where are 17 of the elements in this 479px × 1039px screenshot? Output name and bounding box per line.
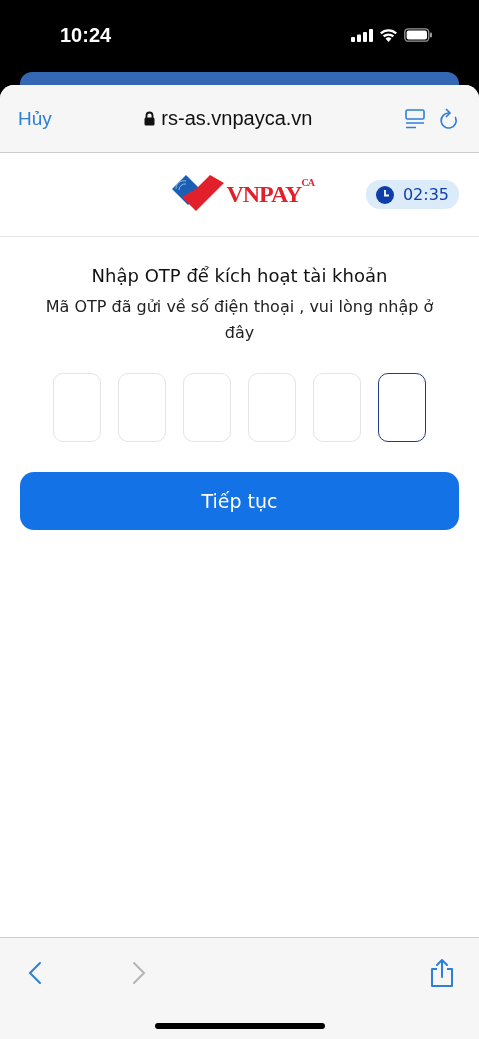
reload-icon[interactable] [439, 107, 459, 130]
otp-digit-field[interactable] [378, 373, 426, 442]
clock-icon [375, 185, 394, 204]
form-title: Nhập OTP để kích hoạt tài khoản [91, 265, 388, 286]
vnpay-logo: VNPAY$^{CA}$ [172, 174, 314, 215]
reader-icon[interactable] [405, 108, 425, 129]
signal-icon [351, 28, 373, 42]
continue-button[interactable]: Tiếp tục [20, 472, 459, 530]
battery-icon [404, 28, 433, 42]
form-subtitle: Mã OTP đã gửi về số điện thoại , vui lòng nhập ở đây [44, 296, 435, 344]
url-text: rs-as.vnpayca.vn [161, 107, 313, 130]
wifi-icon [379, 28, 398, 42]
back-icon[interactable] [28, 960, 42, 985]
cancel-button[interactable]: Hủy [18, 107, 52, 130]
countdown-timer: 02:35 [365, 180, 459, 209]
share-icon[interactable] [429, 957, 455, 988]
status-time: 10:24 [60, 23, 112, 47]
